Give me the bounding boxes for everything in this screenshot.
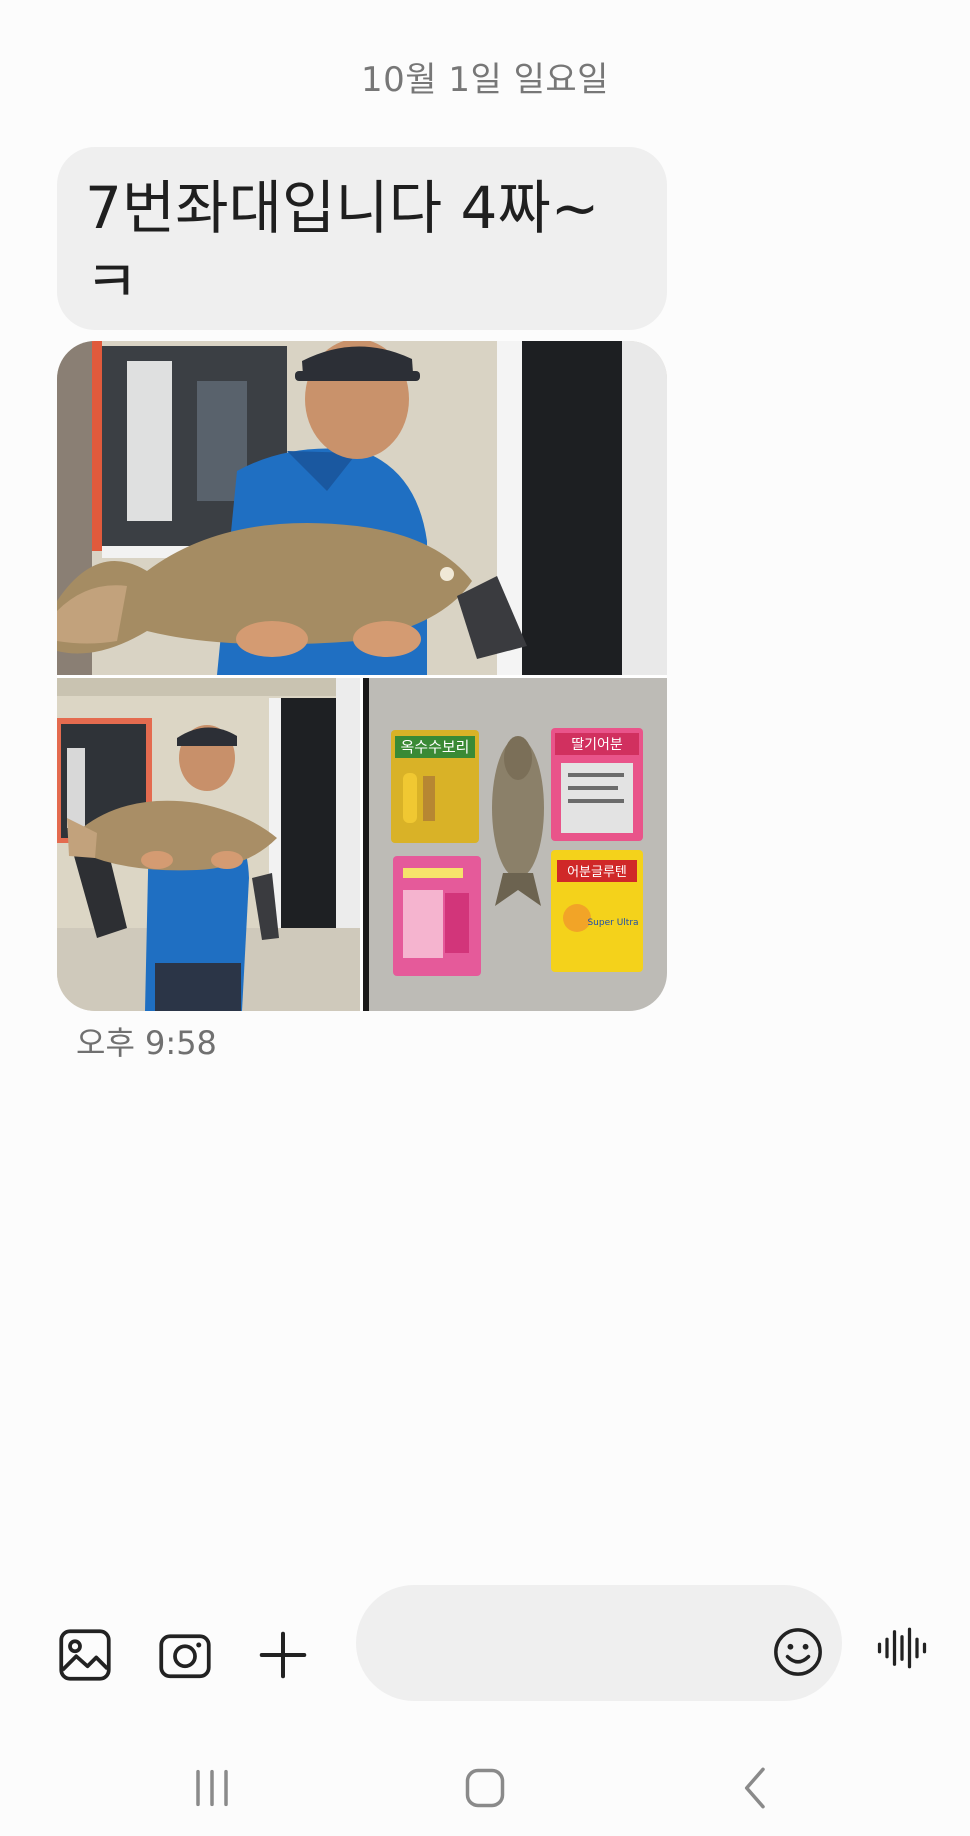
svg-text:옥수수보리: 옥수수보리 [400,738,469,756]
svg-text:딸기어분: 딸기어분 [571,737,623,753]
svg-text:Super Ultra: Super Ultra [587,918,638,928]
bait-pack-yellow: 어분글루텐 Super Ultra [551,850,643,972]
navigation-bar [0,1740,970,1836]
voice-icon[interactable] [872,1618,932,1678]
photo-grid[interactable]: 옥수수보리 딸기어분 어분글루텐 Super Ultra [57,341,667,1011]
bait-pack-corn: 옥수수보리 [391,730,479,843]
camera-icon[interactable] [155,1625,215,1685]
photo-bait-packs-and-fish[interactable]: 옥수수보리 딸기어분 어분글루텐 Super Ultra [363,678,667,1011]
date-header: 10월 1일 일요일 [361,60,609,100]
plus-icon[interactable] [253,1625,313,1685]
photo-man-holding-carp[interactable] [57,341,667,675]
bait-pack-pink [393,856,481,976]
back-icon[interactable] [726,1760,786,1816]
home-icon[interactable] [455,1760,515,1816]
recents-icon[interactable] [182,1760,242,1816]
message-bubble[interactable]: 7번좌대입니다 4짜~ㅋ [57,147,667,330]
bait-pack-strawberry: 딸기어분 [551,728,643,841]
message-timestamp: 오후 9:58 [76,1024,217,1062]
photo-man-full-body[interactable] [57,678,360,1011]
composer-bar [0,1580,970,1730]
emoji-icon[interactable] [770,1624,826,1680]
svg-text:어분글루텐: 어분글루텐 [567,865,627,880]
message-input[interactable] [386,1615,770,1673]
gallery-icon[interactable] [55,1625,115,1685]
